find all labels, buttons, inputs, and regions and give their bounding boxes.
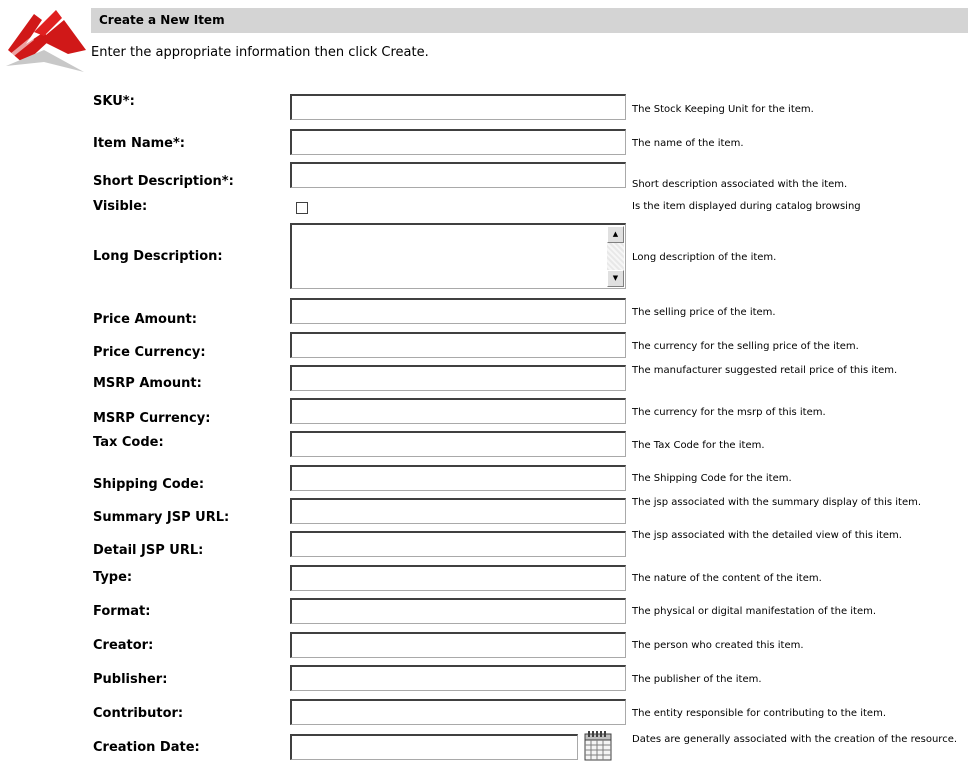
msrp-amount-input[interactable] [290, 365, 626, 391]
type-description: The nature of the content of the item. [632, 573, 822, 584]
scroll-up-arrow-icon[interactable]: ▲ [607, 226, 624, 243]
msrp-amount-label: MSRP Amount: [93, 376, 202, 391]
detail-jsp-url-label: Detail JSP URL: [93, 543, 204, 558]
creation-date-input[interactable] [290, 734, 578, 760]
contributor-input[interactable] [290, 699, 626, 725]
sku-description: The Stock Keeping Unit for the item. [632, 104, 814, 115]
instruction-text: Enter the appropriate information then c… [91, 45, 429, 60]
short-description-input[interactable] [290, 162, 626, 188]
sku-input[interactable] [290, 94, 626, 120]
creation-date-description: Dates are generally associated with the … [632, 734, 958, 745]
long-description-description: Long description of the item. [632, 252, 777, 263]
item-name-description: The name of the item. [632, 138, 744, 149]
short-description-description: Short description associated with the it… [632, 179, 848, 190]
price-currency-description: The currency for the selling price of th… [632, 341, 859, 352]
short-description-label: Short Description*: [93, 174, 234, 189]
shipping-code-input[interactable] [290, 465, 626, 491]
page-title: Create a New Item [99, 13, 225, 27]
creator-input[interactable] [290, 632, 626, 658]
summary-jsp-url-label: Summary JSP URL: [93, 510, 230, 525]
format-description: The physical or digital manifestation of… [632, 606, 877, 617]
detail-jsp-url-description: The jsp associated with the detailed vie… [632, 530, 902, 541]
long-description-textarea[interactable]: ▲ ▼ [290, 223, 626, 289]
visible-label: Visible: [93, 199, 148, 214]
visible-checkbox[interactable] [296, 202, 308, 214]
shipping-code-label: Shipping Code: [93, 477, 205, 492]
scroll-down-arrow-icon[interactable]: ▼ [607, 270, 624, 287]
type-input[interactable] [290, 565, 626, 591]
detail-jsp-url-input[interactable] [290, 531, 626, 557]
msrp-currency-input[interactable] [290, 398, 626, 424]
header-bar: Create a New Item [91, 8, 968, 33]
msrp-currency-label: MSRP Currency: [93, 411, 211, 426]
msrp-currency-description: The currency for the msrp of this item. [632, 407, 826, 418]
msrp-amount-description: The manufacturer suggested retail price … [632, 365, 898, 376]
price-amount-input[interactable] [290, 298, 626, 324]
sku-label: SKU*: [93, 94, 135, 109]
price-amount-label: Price Amount: [93, 312, 197, 327]
tax-code-description: The Tax Code for the item. [632, 440, 765, 451]
format-input[interactable] [290, 598, 626, 624]
creator-description: The person who created this item. [632, 640, 804, 651]
brand-logo [4, 6, 88, 74]
publisher-description: The publisher of the item. [632, 674, 762, 685]
type-label: Type: [93, 570, 133, 585]
contributor-description: The entity responsible for contributing … [632, 708, 887, 719]
tax-code-label: Tax Code: [93, 435, 164, 450]
item-name-label: Item Name*: [93, 136, 185, 151]
calendar-icon[interactable] [582, 728, 614, 762]
publisher-input[interactable] [290, 665, 626, 691]
summary-jsp-url-description: The jsp associated with the summary disp… [632, 497, 922, 508]
textarea-scrollbar[interactable]: ▲ ▼ [607, 226, 624, 287]
publisher-label: Publisher: [93, 672, 168, 687]
long-description-label: Long Description: [93, 249, 223, 264]
contributor-label: Contributor: [93, 706, 184, 721]
price-amount-description: The selling price of the item. [632, 307, 776, 318]
format-label: Format: [93, 604, 151, 619]
price-currency-label: Price Currency: [93, 345, 206, 360]
creator-label: Creator: [93, 638, 154, 653]
summary-jsp-url-input[interactable] [290, 498, 626, 524]
shipping-code-description: The Shipping Code for the item. [632, 473, 792, 484]
tax-code-input[interactable] [290, 431, 626, 457]
item-name-input[interactable] [290, 129, 626, 155]
price-currency-input[interactable] [290, 332, 626, 358]
creation-date-label: Creation Date: [93, 740, 200, 755]
visible-description: Is the item displayed during catalog bro… [632, 201, 861, 212]
